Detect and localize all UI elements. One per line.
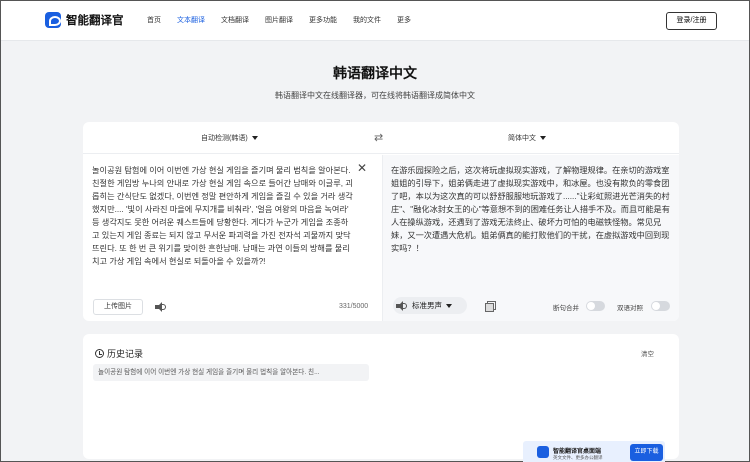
source-language-label: 自动检测(韩语) [201, 135, 248, 142]
split-merge-label: 断句合并 [553, 305, 579, 312]
caret-down-icon [251, 136, 258, 140]
source-text-input[interactable]: 놀이공원 탐험에 이어 이번엔 가상 현실 게임을 즐기며 물리 법칙을 알아본… [92, 164, 354, 268]
speaker-icon[interactable] [155, 302, 167, 312]
speaker-icon [396, 300, 408, 311]
target-language-select[interactable]: 简体中文 [508, 133, 546, 143]
caret-down-icon [540, 136, 546, 140]
login-button[interactable]: 登录/注册 [666, 12, 717, 30]
target-language-label: 简体中文 [508, 135, 536, 142]
nav-my-files[interactable]: 我的文件 [353, 1, 381, 41]
translator-card: 自动检测(韩语) ⇄ 简体中文 놀이공원 탐험에 이어 이번엔 가상 현실 게임… [83, 122, 679, 321]
source-pane: 놀이공원 탐험에 이어 이번엔 가상 현실 게임을 즐기며 물리 법칙을 알아본… [83, 155, 381, 321]
clear-text-icon[interactable]: ✕ [357, 161, 367, 175]
nav-image-translate[interactable]: 图片翻译 [265, 1, 293, 41]
voice-select[interactable]: 标准男声 [393, 297, 467, 314]
upload-image-button[interactable]: 上传图片 [93, 299, 143, 315]
nav-doc-translate[interactable]: 文档翻译 [221, 1, 249, 41]
history-title: 历史记录 [107, 349, 144, 359]
language-bar: 自动检测(韩语) ⇄ 简体中文 [83, 122, 679, 154]
source-language-select[interactable]: 自动检测(韩语) [201, 133, 258, 143]
swap-languages-icon[interactable]: ⇄ [374, 131, 383, 144]
bilingual-label: 双语对照 [617, 305, 643, 312]
desktop-download-banner: 智能翻译官桌面端 英文文件、更多办公翻译 立即下载 [523, 441, 665, 462]
clear-history-button[interactable]: 清空 [641, 348, 654, 358]
translated-text: 在游乐园探险之后，这次将玩虚拟现实游戏，了解物理规律。在亲切的游戏室姐姐的引导下… [391, 166, 670, 253]
char-count: 331/5000 [339, 303, 369, 310]
bilingual-toggle[interactable] [651, 301, 670, 311]
nav-text-translate[interactable]: 文本翻译 [177, 1, 205, 41]
main-nav: 首页 文本翻译 文档翻译 图片翻译 更多功能 我的文件 更多 [147, 1, 427, 41]
page-subtitle: 韩语翻译中文在线翻译器，可在线将韩语翻译成简体中文 [275, 91, 475, 100]
app-name: 智能翻译官 [66, 15, 124, 27]
download-button[interactable]: 立即下载 [630, 444, 663, 461]
nav-home[interactable]: 首页 [147, 1, 161, 41]
clock-icon [95, 349, 104, 358]
target-pane: 在游乐园探险之后，这次将玩虚拟现实游戏，了解物理规律。在亲切的游戏室姐姐的引导下… [382, 155, 679, 321]
top-navbar: 智能翻译官 首页 文本翻译 文档翻译 图片翻译 更多功能 我的文件 更多 登录/… [1, 1, 749, 41]
desktop-app-icon [537, 446, 549, 458]
copy-icon[interactable] [485, 301, 496, 312]
history-header: 历史记录 [95, 347, 143, 360]
page-title: 韩语翻译中文 [333, 65, 417, 81]
logo-icon [45, 12, 61, 28]
nav-more[interactable]: 更多 [397, 1, 411, 41]
promo-subtitle: 英文文件、更多办公翻译 [553, 455, 603, 460]
voice-label: 标准男声 [412, 301, 442, 310]
nav-more-features[interactable]: 更多功能 [309, 1, 337, 41]
logo[interactable]: 智能翻译官 [45, 12, 124, 28]
promo-title: 智能翻译官桌面端 [553, 449, 602, 455]
history-item[interactable]: 놀이공원 탐험에 이어 이번엔 가상 현실 게임을 즐기며 물리 법칙을 알아본… [93, 364, 369, 381]
caret-down-icon [446, 303, 452, 308]
split-merge-toggle[interactable] [586, 301, 605, 311]
